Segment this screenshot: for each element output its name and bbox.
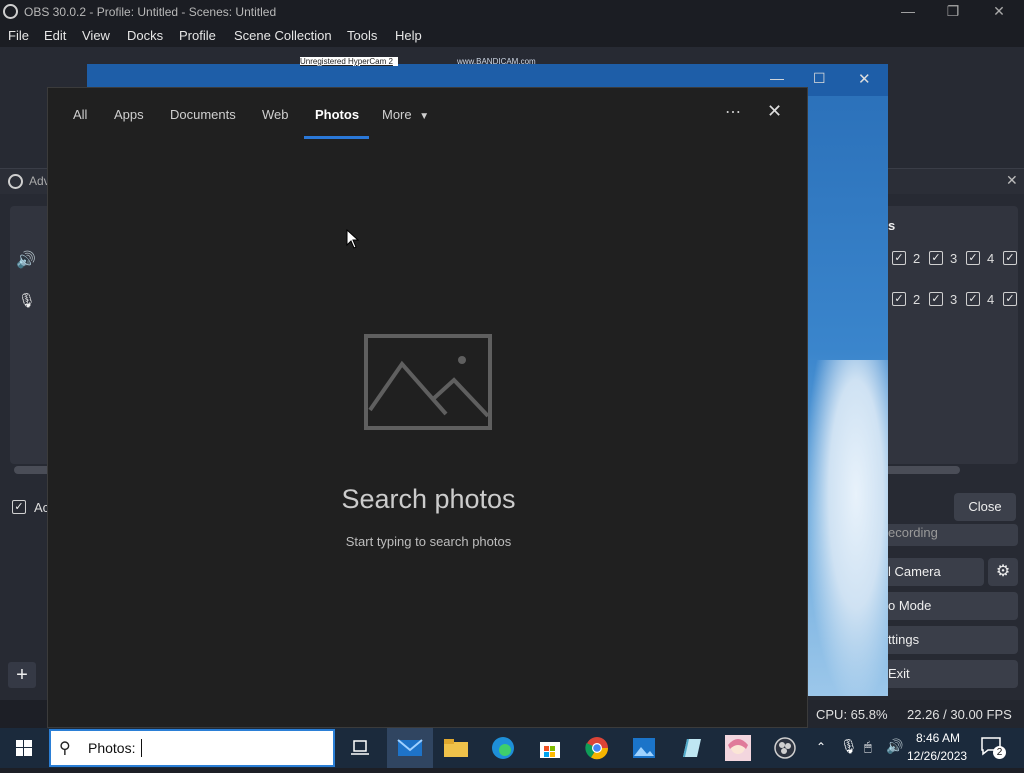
menu-edit[interactable]: Edit bbox=[44, 28, 66, 43]
search-icon: ⚲ bbox=[59, 740, 71, 757]
track-1-checkbox[interactable]: ✓ bbox=[892, 292, 906, 306]
more-options-icon[interactable]: ⋯ bbox=[725, 102, 742, 122]
search-input-text[interactable]: Photos: bbox=[88, 740, 135, 756]
studio-mode-button[interactable]: o Mode bbox=[870, 592, 1018, 620]
obs-titlebar: OBS 30.0.2 - Profile: Untitled - Scenes:… bbox=[0, 0, 1024, 23]
menu-tools[interactable]: Tools bbox=[347, 28, 377, 43]
notepad-icon[interactable] bbox=[668, 728, 714, 768]
windows-logo-icon bbox=[16, 740, 32, 756]
track-2-checkbox[interactable]: ✓ bbox=[929, 292, 943, 306]
track-1-checkbox[interactable]: ✓ bbox=[892, 251, 906, 265]
menu-scene-collection[interactable]: Scene Collection bbox=[234, 28, 332, 43]
close-icon[interactable]: ✕ bbox=[858, 70, 871, 88]
start-button[interactable] bbox=[0, 728, 48, 768]
track-label: 3 bbox=[950, 292, 958, 307]
fps-counter: 22.26 / 30.00 FPS bbox=[907, 707, 1012, 722]
track-label: 3 bbox=[950, 251, 958, 266]
obs-menubar: File Edit View Docks Profile Scene Colle… bbox=[0, 23, 1024, 47]
exit-button[interactable]: Exit bbox=[870, 660, 1018, 688]
track-3-checkbox[interactable]: ✓ bbox=[966, 251, 980, 265]
track-label: 2 bbox=[913, 251, 921, 266]
store-icon[interactable] bbox=[527, 728, 573, 768]
search-photos-heading: Search photos bbox=[341, 484, 516, 514]
volume-icon[interactable]: 🔊 bbox=[886, 738, 903, 755]
speaker-icon: 🔊 bbox=[16, 252, 36, 269]
menu-docks[interactable]: Docks bbox=[127, 28, 163, 43]
track-label: 2 bbox=[913, 292, 921, 307]
track-2-checkbox[interactable]: ✓ bbox=[929, 251, 943, 265]
bandicam-watermark: www.BANDICAM.com bbox=[457, 57, 536, 66]
menu-profile[interactable]: Profile bbox=[179, 28, 216, 43]
chrome-icon[interactable] bbox=[574, 728, 620, 768]
tab-more-label: More bbox=[382, 107, 412, 122]
maximize-icon[interactable]: ☐ bbox=[813, 70, 826, 87]
obs-window-title: OBS 30.0.2 - Profile: Untitled - Scenes:… bbox=[24, 5, 277, 19]
track-4-checkbox[interactable]: ✓ bbox=[1003, 292, 1017, 306]
photos-app-icon[interactable] bbox=[621, 728, 667, 768]
menu-help[interactable]: Help bbox=[395, 28, 422, 43]
tab-web[interactable]: Web bbox=[262, 107, 289, 122]
tab-documents[interactable]: Documents bbox=[170, 107, 236, 122]
close-icon[interactable]: ✕ bbox=[979, 2, 1019, 20]
tab-photos[interactable]: Photos bbox=[315, 107, 359, 122]
photo-placeholder-icon bbox=[364, 334, 492, 430]
obs-taskbar-icon[interactable] bbox=[762, 728, 808, 768]
add-icon[interactable]: + bbox=[8, 662, 36, 688]
tab-apps[interactable]: Apps bbox=[114, 107, 144, 122]
hypercam-watermark: Unregistered HyperCam 2 bbox=[300, 57, 398, 66]
gear-icon[interactable]: ⚙ bbox=[988, 558, 1018, 586]
settings-button[interactable]: ttings bbox=[870, 626, 1018, 654]
taskbar-search-box[interactable]: ⚲ Photos: bbox=[49, 729, 335, 767]
microphone-icon: 🎙 bbox=[18, 292, 36, 308]
notifications-button[interactable]: 2 bbox=[980, 736, 1006, 760]
minimize-icon[interactable]: — bbox=[888, 2, 928, 20]
track-label: 4 bbox=[987, 251, 995, 266]
search-flyout: All Apps Documents Web Photos More ▼ ⋯ ✕… bbox=[47, 87, 808, 728]
network-icon[interactable]: 🖱 bbox=[864, 739, 872, 755]
restore-icon[interactable]: ❐ bbox=[933, 2, 973, 20]
close-icon[interactable]: ✕ bbox=[767, 101, 782, 122]
menu-view[interactable]: View bbox=[82, 28, 110, 43]
menu-file[interactable]: File bbox=[8, 28, 29, 43]
avatar-app-icon[interactable] bbox=[715, 728, 761, 768]
track-4-checkbox[interactable]: ✓ bbox=[1003, 251, 1017, 265]
text-caret bbox=[141, 739, 142, 757]
tab-all[interactable]: All bbox=[73, 107, 87, 122]
notification-count-badge: 2 bbox=[993, 746, 1006, 759]
chevron-up-icon[interactable]: ⌃ bbox=[816, 740, 826, 754]
obs-logo-icon bbox=[8, 174, 23, 189]
cloud-image bbox=[808, 360, 888, 696]
active-tab-indicator bbox=[304, 136, 369, 139]
file-explorer-icon[interactable] bbox=[433, 728, 479, 768]
mouse-cursor-icon bbox=[346, 229, 360, 249]
advanced-checkbox[interactable]: ✓ bbox=[12, 500, 26, 514]
tracks-heading: s bbox=[888, 218, 896, 233]
track-label: 4 bbox=[987, 292, 995, 307]
clock-time[interactable]: 8:46 AM bbox=[916, 731, 960, 745]
start-recording-button[interactable]: ecording bbox=[870, 524, 1018, 546]
obs-statusbar: CPU: 65.8% 22.26 / 30.00 FPS bbox=[808, 700, 1024, 728]
task-view-icon[interactable] bbox=[337, 728, 383, 768]
minimize-icon[interactable]: — bbox=[770, 70, 784, 86]
tab-more[interactable]: More ▼ bbox=[382, 107, 429, 122]
chevron-down-icon: ▼ bbox=[419, 111, 430, 122]
edge-icon[interactable] bbox=[480, 728, 526, 768]
cpu-usage: CPU: 65.8% bbox=[816, 707, 888, 722]
obs-logo-icon bbox=[3, 4, 18, 19]
clock-date[interactable]: 12/26/2023 bbox=[907, 749, 967, 763]
microphone-icon[interactable]: 🎙 bbox=[840, 738, 858, 755]
close-icon[interactable]: ✕ bbox=[1006, 172, 1018, 189]
track-3-checkbox[interactable]: ✓ bbox=[966, 292, 980, 306]
close-button[interactable]: Close bbox=[954, 493, 1016, 521]
search-photos-subtext: Start typing to search photos bbox=[345, 534, 512, 549]
mail-icon[interactable] bbox=[387, 728, 433, 768]
